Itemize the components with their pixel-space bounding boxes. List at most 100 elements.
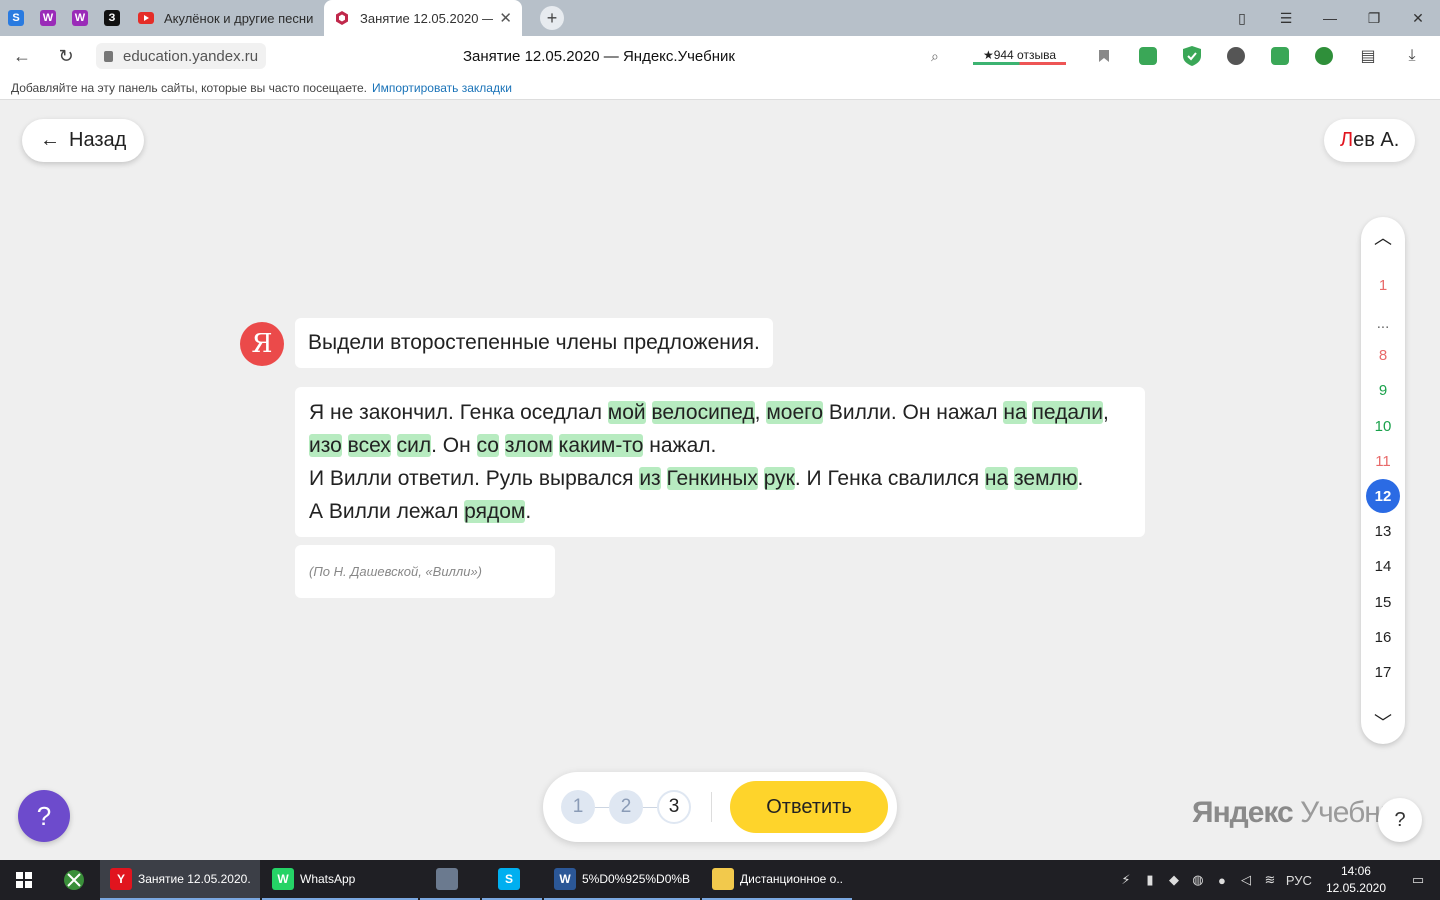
selected-word[interactable]: Генкиных bbox=[666, 467, 758, 490]
pinned-tab[interactable]: S bbox=[0, 0, 32, 36]
task-number-9[interactable]: 9 bbox=[1361, 374, 1405, 406]
selected-word[interactable]: злом bbox=[504, 434, 553, 457]
passage-text[interactable]: . Он bbox=[431, 434, 476, 457]
selected-word[interactable]: педали bbox=[1032, 401, 1103, 424]
back-arrow-icon[interactable]: ← bbox=[0, 36, 44, 76]
network-tool-icon[interactable]: ⚡ bbox=[1114, 860, 1138, 900]
frog-icon[interactable] bbox=[1302, 36, 1346, 76]
passage-text[interactable] bbox=[391, 434, 397, 457]
task-number-10[interactable]: 10 bbox=[1361, 410, 1405, 442]
extension-icon[interactable] bbox=[1258, 36, 1302, 76]
windows-start-icon[interactable] bbox=[0, 860, 48, 900]
passage-text[interactable]: , bbox=[1103, 401, 1109, 424]
passage-text[interactable] bbox=[553, 434, 559, 457]
selected-word[interactable]: моего bbox=[766, 401, 824, 424]
taskbar-app[interactable]: W WhatsApp bbox=[262, 860, 418, 900]
passage-text[interactable]: Я не закончил. Генка оседлал bbox=[309, 401, 608, 424]
collections-icon[interactable]: ▤ bbox=[1346, 36, 1390, 76]
taskbar-app[interactable]: S bbox=[482, 860, 542, 900]
download-icon[interactable]: ⤓ bbox=[1390, 36, 1434, 76]
chevron-down-icon[interactable]: ﹀ bbox=[1361, 707, 1405, 737]
skype-tray-icon[interactable]: ◍ bbox=[1186, 860, 1210, 900]
selected-word[interactable]: каким-то bbox=[558, 434, 644, 457]
selected-word[interactable]: велосипед bbox=[651, 401, 755, 424]
task-number-8[interactable]: 8 bbox=[1361, 339, 1405, 371]
task-number-11[interactable]: 11 bbox=[1361, 445, 1405, 477]
close-tab-icon[interactable]: ✕ bbox=[499, 9, 512, 27]
passage-text[interactable] bbox=[661, 467, 667, 490]
selected-word[interactable]: со bbox=[476, 434, 499, 457]
url-field[interactable]: education.yandex.ru bbox=[96, 43, 267, 69]
passage-text[interactable]: . bbox=[525, 500, 531, 523]
extension-icon[interactable] bbox=[1126, 36, 1170, 76]
clock[interactable]: 14:06 12.05.2020 bbox=[1316, 863, 1396, 897]
adguard-icon[interactable] bbox=[1170, 36, 1214, 76]
selected-word[interactable]: из bbox=[639, 467, 661, 490]
passage-text[interactable]: . bbox=[1078, 467, 1084, 490]
task-number-1[interactable]: 1 bbox=[1361, 269, 1405, 301]
xbox-icon[interactable] bbox=[48, 860, 100, 900]
reload-icon[interactable]: ↻ bbox=[44, 36, 88, 76]
taskbar-app[interactable] bbox=[420, 860, 480, 900]
selected-word[interactable]: на bbox=[1003, 401, 1027, 424]
selected-word[interactable]: сил bbox=[396, 434, 432, 457]
selected-word[interactable]: землю bbox=[1014, 467, 1078, 490]
passage-text[interactable] bbox=[758, 467, 764, 490]
restore-button[interactable]: ❐ bbox=[1352, 0, 1396, 36]
taskbar-app[interactable]: Дистанционное о... bbox=[702, 860, 852, 900]
menu-icon[interactable]: ☰ bbox=[1264, 0, 1308, 36]
new-tab-button[interactable]: + bbox=[540, 6, 564, 30]
selected-word[interactable]: изо bbox=[309, 434, 342, 457]
zoom-icon[interactable]: ⌕ bbox=[913, 36, 957, 76]
passage-text[interactable]: А Вилли лежал bbox=[309, 500, 464, 523]
wifi-icon[interactable]: ≋ bbox=[1258, 860, 1282, 900]
task-number-14[interactable]: 14 bbox=[1361, 550, 1405, 582]
task-number-15[interactable]: 15 bbox=[1361, 586, 1405, 618]
lightbulb-icon[interactable] bbox=[1214, 36, 1258, 76]
user-menu-button[interactable]: Лев А. bbox=[1324, 119, 1416, 162]
notifications-icon[interactable]: ▭ bbox=[1396, 860, 1440, 900]
selected-word[interactable]: на bbox=[984, 467, 1009, 490]
shield-icon[interactable]: ◆ bbox=[1162, 860, 1186, 900]
help-button[interactable]: ? bbox=[18, 790, 70, 842]
chevron-up-icon[interactable]: ︿ bbox=[1361, 222, 1405, 252]
taskbar-app[interactable]: Y Занятие 12.05.2020... bbox=[100, 860, 260, 900]
microphone-icon[interactable]: ● bbox=[1210, 860, 1234, 900]
close-window-button[interactable]: ✕ bbox=[1396, 0, 1440, 36]
selected-word[interactable]: всех bbox=[347, 434, 391, 457]
step-2[interactable]: 2 bbox=[609, 790, 643, 824]
passage-text[interactable] bbox=[499, 434, 505, 457]
pinned-tab[interactable]: W bbox=[32, 0, 64, 36]
passage-text[interactable]: нажал. bbox=[643, 434, 716, 457]
passage-text[interactable]: . И Генка свалился bbox=[795, 467, 985, 490]
step-3[interactable]: 3 bbox=[657, 790, 691, 824]
reviews-badge[interactable]: ★944 отзыва bbox=[972, 47, 1066, 65]
taskbar-app[interactable]: W 5%D0%925%D0%B... bbox=[544, 860, 700, 900]
pinned-tab[interactable]: W bbox=[64, 0, 96, 36]
passage-text[interactable] bbox=[342, 434, 348, 457]
language-indicator[interactable]: РУС bbox=[1282, 860, 1316, 900]
passage-text[interactable] bbox=[646, 401, 652, 424]
selected-word[interactable]: мой bbox=[607, 401, 646, 424]
bookmark-icon[interactable] bbox=[1082, 36, 1126, 76]
back-button[interactable]: ← Назад bbox=[22, 119, 145, 162]
tab-youtube[interactable]: Акулёнок и другие песни bbox=[128, 0, 324, 36]
selected-word[interactable]: рук bbox=[763, 467, 795, 490]
selected-word[interactable]: рядом bbox=[464, 500, 526, 523]
pinned-tab[interactable]: З bbox=[96, 0, 128, 36]
help-question-button[interactable]: ? bbox=[1378, 798, 1422, 842]
volume-icon[interactable]: ◁ bbox=[1234, 860, 1258, 900]
passage-text[interactable]: И Вилли ответил. Руль вырвался bbox=[309, 467, 639, 490]
answer-button[interactable]: Ответить bbox=[730, 781, 888, 833]
task-number-17[interactable]: 17 bbox=[1361, 656, 1405, 688]
task-number-ellipsis[interactable]: ... bbox=[1361, 307, 1405, 339]
step-1[interactable]: 1 bbox=[561, 790, 595, 824]
passage-text[interactable]: Вилли. Он нажал bbox=[823, 401, 1003, 424]
task-number-12[interactable]: 12 bbox=[1361, 479, 1405, 513]
tab-lesson[interactable]: Занятие 12.05.2020 — Я ✕ bbox=[324, 0, 522, 36]
task-number-13[interactable]: 13 bbox=[1361, 515, 1405, 547]
tablet-mode-icon[interactable]: ▯ bbox=[1220, 0, 1264, 36]
usb-icon[interactable]: ▮ bbox=[1138, 860, 1162, 900]
task-number-16[interactable]: 16 bbox=[1361, 621, 1405, 653]
passage-text[interactable]: , bbox=[755, 401, 767, 424]
